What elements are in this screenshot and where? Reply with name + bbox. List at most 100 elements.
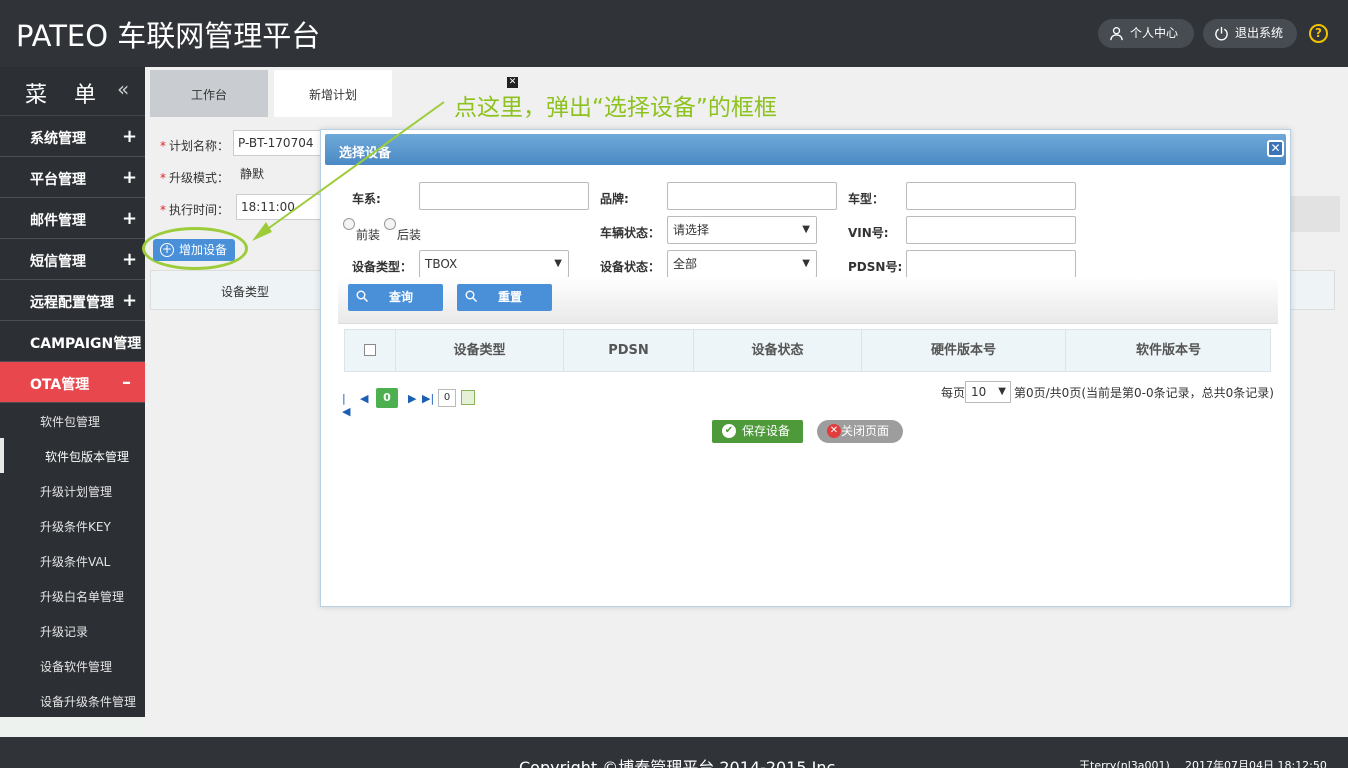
user-icon — [1110, 27, 1123, 41]
search-button[interactable]: 查询 — [348, 284, 443, 311]
sidebar-subitem-upgrade-plan[interactable]: 升级计划管理 — [0, 473, 145, 508]
sidebar-subitem-label: 升级计划管理 — [40, 485, 113, 499]
sidebar-subitem-condition-key[interactable]: 升级条件KEY — [0, 508, 145, 543]
plan-name-input[interactable]: P-BT-170704 — [233, 130, 323, 156]
column-pdsn[interactable]: PDSN — [564, 330, 694, 371]
sidebar-item-system[interactable]: 系统管理 + — [0, 116, 145, 157]
next-page-icon[interactable]: ▶ — [408, 392, 416, 405]
upgrade-mode-select[interactable]: 静默 — [236, 162, 321, 188]
dialog-title-bar: 选择设备 ✕ — [325, 134, 1286, 165]
help-icon[interactable]: ? — [1309, 24, 1328, 43]
sidebar-subitem-label: 软件包版本管理 — [45, 450, 130, 464]
front-install-radio[interactable] — [343, 218, 355, 230]
sidebar-item-ota[interactable]: OTA管理 – — [0, 362, 145, 403]
rear-install-radio[interactable] — [384, 218, 396, 230]
sidebar-subitem-package-version[interactable]: 软件包版本管理 — [0, 438, 145, 473]
sidebar-subitem-label: 升级记录 — [40, 625, 89, 639]
sidebar-item-campaign[interactable]: CAMPAIGN管理 — [0, 321, 145, 362]
per-page-value: 10 — [971, 385, 987, 399]
close-circle-icon: ✕ — [827, 424, 841, 438]
current-user: 王terry(nl3a001) — [1079, 759, 1170, 768]
collapse-icon[interactable]: « — [117, 77, 129, 101]
sidebar-subitem-label: 升级白名单管理 — [40, 590, 125, 604]
reset-button[interactable]: 重置 — [457, 284, 552, 311]
column-device-type[interactable]: 设备类型 — [396, 330, 564, 371]
close-icon[interactable]: ✕ — [507, 77, 518, 88]
logout-button[interactable]: 退出系统 — [1203, 19, 1297, 48]
device-type-select[interactable]: TBOX ▼ — [419, 250, 569, 278]
vin-input[interactable] — [906, 216, 1076, 244]
series-input[interactable] — [419, 182, 589, 210]
per-page-label: 每页 — [941, 386, 966, 400]
reset-label: 重置 — [498, 290, 523, 304]
first-page-icon[interactable]: |◀ — [342, 392, 350, 418]
dialog-title: 选择设备 — [339, 146, 392, 161]
search-icon — [465, 290, 477, 302]
logout-label: 退出系统 — [1235, 26, 1284, 40]
expand-icon: + — [122, 126, 138, 147]
sidebar: 菜 单 « 系统管理 + 平台管理 + 邮件管理 + 短信管理 + 远程配置管理 + CA… — [0, 67, 145, 717]
sidebar-subitem-device-upgrade-condition[interactable]: 设备升级条件管理 — [0, 683, 145, 718]
exec-time-label: * 执行时间： — [160, 203, 230, 217]
background-toolbar — [1290, 196, 1340, 232]
column-software-version[interactable]: 软件版本号 — [1066, 330, 1271, 371]
save-device-label: 保存设备 — [742, 424, 791, 438]
model-input[interactable] — [906, 182, 1076, 210]
vehicle-status-select[interactable]: 请选择 ▼ — [667, 216, 817, 244]
sidebar-subitem-label: 设备升级条件管理 — [40, 695, 137, 709]
series-label: 车系: — [352, 192, 381, 206]
save-device-button[interactable]: ✔ 保存设备 — [712, 420, 803, 443]
column-hardware-version[interactable]: 硬件版本号 — [862, 330, 1066, 371]
column-device-status[interactable]: 设备状态 — [694, 330, 862, 371]
sidebar-subitem-whitelist[interactable]: 升级白名单管理 — [0, 578, 145, 613]
last-page-icon[interactable]: ▶| — [422, 392, 434, 405]
tab-workbench[interactable]: 工作台 — [150, 70, 268, 117]
sidebar-item-remote-config[interactable]: 远程配置管理 + — [0, 280, 145, 321]
sidebar-subitem-label: 升级条件KEY — [40, 520, 111, 534]
collapse-icon: – — [122, 372, 131, 393]
sidebar-subitem-device-software[interactable]: 设备软件管理 — [0, 648, 145, 683]
sidebar-subitem-package[interactable]: 软件包管理 — [0, 403, 145, 438]
dropdown-arrow-icon: ▼ — [802, 224, 810, 235]
copyright-text: Copyright ©博泰管理平台 2014-2015 Inc — [519, 758, 836, 768]
annotation-text: 点这里，弹出“选择设备”的框框 — [454, 95, 777, 121]
power-icon — [1215, 26, 1228, 41]
device-type-label: 设备类型： — [352, 260, 413, 274]
close-icon[interactable]: ✕ — [1267, 140, 1284, 157]
sidebar-item-label: 远程配置管理 — [30, 295, 114, 311]
per-page-select[interactable]: 10 ▼ — [965, 381, 1011, 403]
search-label: 查询 — [389, 290, 414, 304]
rear-install-label: 后装 — [397, 228, 422, 242]
sidebar-item-sms[interactable]: 短信管理 + — [0, 239, 145, 280]
sidebar-item-label: CAMPAIGN管理 — [30, 336, 142, 352]
app-title: PATEO 车联网管理平台 — [16, 19, 321, 53]
prev-page-icon[interactable]: ◀ — [360, 392, 368, 405]
pdsn-input[interactable] — [906, 250, 1076, 278]
sidebar-subitem-condition-val[interactable]: 升级条件VAL — [0, 543, 145, 578]
expand-icon: + — [122, 249, 138, 270]
close-page-button[interactable]: ✕ 关闭页面 — [817, 420, 903, 443]
sidebar-subitem-upgrade-record[interactable]: 升级记录 — [0, 613, 145, 648]
exec-time-input[interactable]: 18:11:00 — [236, 194, 321, 220]
brand-input[interactable] — [667, 182, 837, 210]
add-device-button[interactable]: + 增加设备 — [153, 239, 235, 261]
device-grid-header: 设备类型 PDSN 设备状态 硬件版本号 软件版本号 — [344, 329, 1271, 372]
device-status-select[interactable]: 全部 ▼ — [667, 250, 817, 278]
plan-name-label: * 计划名称： — [160, 139, 230, 153]
model-label: 车型： — [848, 192, 885, 206]
menu-header: 菜 单 « — [0, 67, 145, 116]
tab-new-plan[interactable]: 新增计划 ✕ — [274, 70, 518, 117]
sidebar-subitem-label: 软件包管理 — [40, 415, 101, 429]
page-number-input[interactable]: 0 — [438, 389, 456, 407]
device-type-value: TBOX — [425, 257, 458, 271]
vin-label: VIN号: — [848, 226, 889, 240]
user-center-label: 个人中心 — [1130, 26, 1179, 40]
select-all-checkbox[interactable] — [345, 330, 396, 371]
user-center-button[interactable]: 个人中心 — [1098, 19, 1194, 48]
sidebar-item-platform[interactable]: 平台管理 + — [0, 157, 145, 198]
refresh-icon[interactable] — [461, 390, 475, 405]
expand-icon: + — [122, 167, 138, 188]
sidebar-item-mail[interactable]: 邮件管理 + — [0, 198, 145, 239]
sidebar-subitem-label: 设备软件管理 — [40, 660, 113, 674]
brand-label: 品牌: — [600, 192, 629, 206]
